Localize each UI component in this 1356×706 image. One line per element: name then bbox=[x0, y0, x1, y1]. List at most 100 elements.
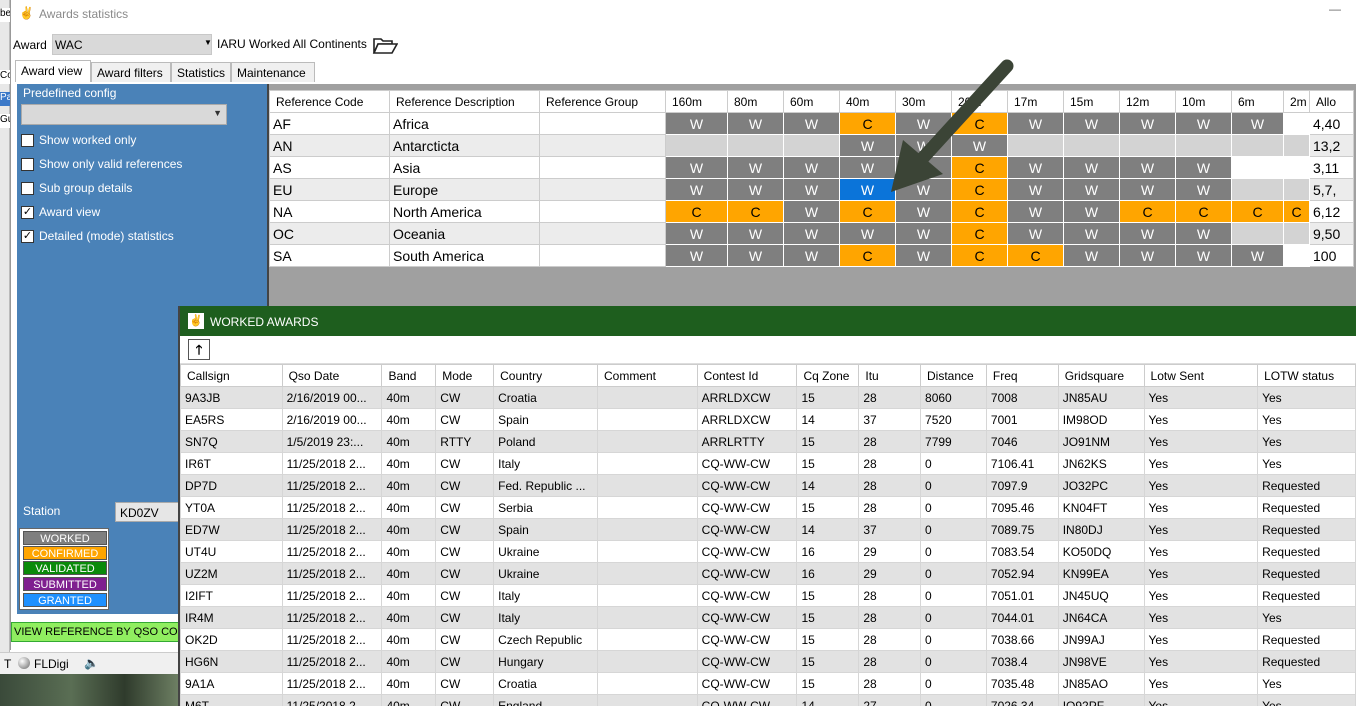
band-status-cell[interactable]: C bbox=[951, 244, 1008, 267]
band-status-cell[interactable]: C bbox=[1007, 244, 1064, 267]
band-status-cell[interactable]: W bbox=[1175, 222, 1232, 245]
band-status-cell[interactable]: W bbox=[665, 156, 728, 179]
band-status-cell[interactable]: W bbox=[1175, 156, 1232, 179]
band-status-cell[interactable] bbox=[1119, 134, 1176, 157]
column-header[interactable]: Contest Id bbox=[696, 364, 798, 387]
reference-row[interactable]: OC Oceania W W W W W C W W W W 9,50 bbox=[269, 222, 1354, 245]
band-status-cell[interactable]: W bbox=[783, 178, 840, 201]
band-status-cell[interactable]: W bbox=[783, 112, 840, 135]
band-status-cell[interactable]: W bbox=[1231, 112, 1284, 135]
column-header[interactable]: 10m bbox=[1175, 90, 1232, 113]
band-status-cell[interactable]: W bbox=[727, 222, 784, 245]
band-status-cell[interactable] bbox=[1231, 178, 1284, 201]
taskbar-item[interactable]: T bbox=[4, 657, 11, 671]
band-status-cell[interactable]: W bbox=[1175, 112, 1232, 135]
band-status-cell[interactable]: W bbox=[665, 112, 728, 135]
band-status-cell[interactable]: C bbox=[1283, 200, 1310, 223]
band-status-cell[interactable]: W bbox=[665, 222, 728, 245]
qso-row[interactable]: DP7D 11/25/2018 2... 40m CW Fed. Republic ..… bbox=[180, 474, 1356, 497]
band-status-cell[interactable]: C bbox=[727, 200, 784, 223]
folder-open-icon[interactable] bbox=[372, 34, 398, 56]
band-status-cell[interactable]: W bbox=[1063, 244, 1120, 267]
band-status-cell[interactable]: W bbox=[665, 244, 728, 267]
band-status-cell[interactable] bbox=[1063, 134, 1120, 157]
chevron-down-icon[interactable]: ▼ bbox=[204, 38, 212, 47]
column-header[interactable]: 12m bbox=[1119, 90, 1176, 113]
minimize-button[interactable]: — bbox=[1327, 2, 1343, 18]
checkbox[interactable] bbox=[21, 182, 34, 195]
column-header[interactable]: Gridsquare bbox=[1057, 364, 1145, 387]
column-header[interactable]: Qso Date bbox=[281, 364, 383, 387]
band-status-cell[interactable] bbox=[1283, 156, 1310, 179]
band-status-cell[interactable]: W bbox=[1119, 112, 1176, 135]
qso-row[interactable]: YT0A 11/25/2018 2... 40m CW Serbia CQ-WW-CW 15… bbox=[180, 496, 1356, 519]
qso-row[interactable]: IR6T 11/25/2018 2... 40m CW Italy CQ-WW-CW 15 2… bbox=[180, 452, 1356, 475]
band-status-cell[interactable]: W bbox=[1119, 156, 1176, 179]
checkbox[interactable] bbox=[21, 158, 34, 171]
column-header[interactable]: Reference Description bbox=[389, 90, 540, 113]
checkbox-checked[interactable]: ✓ bbox=[21, 230, 34, 243]
band-status-cell[interactable] bbox=[1283, 112, 1310, 135]
band-status-cell[interactable] bbox=[1283, 134, 1310, 157]
qso-row[interactable]: UT4U 11/25/2018 2... 40m CW Ukraine CQ-WW-CW 1… bbox=[180, 540, 1356, 563]
tab-award-view[interactable]: Award view bbox=[15, 60, 91, 82]
qso-row[interactable]: I2IFT 11/25/2018 2... 40m CW Italy CQ-WW-CW 15… bbox=[180, 584, 1356, 607]
qso-row[interactable]: SN7Q 1/5/2019 23:... 40m RTTY Poland ARRLRTTY… bbox=[180, 430, 1356, 453]
band-status-cell[interactable]: W bbox=[1231, 244, 1284, 267]
band-status-cell[interactable]: W bbox=[1119, 222, 1176, 245]
band-status-cell[interactable] bbox=[1283, 244, 1310, 267]
band-status-cell[interactable]: C bbox=[1175, 200, 1232, 223]
qso-row[interactable]: 9A1A 11/25/2018 2... 40m CW Croatia CQ-WW-CW 1… bbox=[180, 672, 1356, 695]
column-header[interactable]: Itu bbox=[858, 364, 922, 387]
qso-row[interactable]: EA5RS 2/16/2019 00... 40m CW Spain ARRLDXCW 14… bbox=[180, 408, 1356, 431]
column-header[interactable]: 15m bbox=[1063, 90, 1120, 113]
predefined-config-select[interactable]: ▼ bbox=[21, 104, 227, 125]
qso-row[interactable]: ED7W 11/25/2018 2... 40m CW Spain CQ-WW-CW 14 3… bbox=[180, 518, 1356, 541]
reference-row[interactable]: EU Europe W W W W W C W W W W 5,7, bbox=[269, 178, 1354, 201]
tab-award-filters[interactable]: Award filters bbox=[91, 62, 171, 82]
column-header[interactable]: 160m bbox=[665, 90, 728, 113]
band-status-cell[interactable]: W bbox=[1119, 178, 1176, 201]
view-reference-button[interactable]: VIEW REFERENCE BY QSO CONTEST bbox=[11, 622, 191, 642]
award-select[interactable]: WAC bbox=[52, 34, 212, 55]
band-status-cell[interactable]: W bbox=[895, 222, 952, 245]
qso-row[interactable]: OK2D 11/25/2018 2... 40m CW Czech Republic CQ… bbox=[180, 628, 1356, 651]
band-status-cell[interactable] bbox=[1283, 222, 1310, 245]
column-header[interactable]: 6m bbox=[1231, 90, 1284, 113]
band-status-cell[interactable]: W bbox=[783, 222, 840, 245]
column-header[interactable]: Allo bbox=[1309, 90, 1354, 113]
taskbar-item-fldigi[interactable]: FLDigi bbox=[34, 657, 69, 671]
speaker-icon[interactable]: 🔈 bbox=[84, 656, 99, 670]
band-status-cell[interactable] bbox=[783, 134, 840, 157]
column-header[interactable]: Country bbox=[493, 364, 598, 387]
band-status-cell[interactable] bbox=[1231, 222, 1284, 245]
qso-row[interactable]: M6T 11/25/2018 2... 40m CW England CQ-WW-CW 14… bbox=[180, 694, 1356, 706]
qso-row[interactable]: HG6N 11/25/2018 2... 40m CW Hungary CQ-WW-CW 1… bbox=[180, 650, 1356, 673]
column-header[interactable]: Reference Code bbox=[269, 90, 390, 113]
band-status-cell[interactable]: C bbox=[839, 244, 896, 267]
reference-row[interactable]: NA North America C C W C W C W W C C C C 6,12 bbox=[269, 200, 1354, 223]
band-status-cell[interactable]: W bbox=[1063, 112, 1120, 135]
band-status-cell[interactable]: W bbox=[1063, 200, 1120, 223]
band-status-cell[interactable]: W bbox=[1119, 244, 1176, 267]
band-status-cell[interactable]: W bbox=[727, 178, 784, 201]
qso-row[interactable]: 9A3JB 2/16/2019 00... 40m CW Croatia ARRLDXCW… bbox=[180, 386, 1356, 409]
band-status-cell[interactable] bbox=[1283, 178, 1310, 201]
column-header[interactable]: 60m bbox=[783, 90, 840, 113]
band-status-cell[interactable]: W bbox=[727, 244, 784, 267]
column-header[interactable]: Lotw Sent bbox=[1143, 364, 1259, 387]
column-header[interactable]: Mode bbox=[435, 364, 495, 387]
band-status-cell[interactable]: W bbox=[1175, 178, 1232, 201]
reference-row[interactable]: SA South America W W W C W C C W W W W 100 bbox=[269, 244, 1354, 267]
band-status-cell[interactable]: W bbox=[839, 222, 896, 245]
checkbox-checked[interactable]: ✓ bbox=[21, 206, 34, 219]
band-status-cell[interactable]: W bbox=[727, 112, 784, 135]
band-status-cell[interactable] bbox=[1231, 134, 1284, 157]
qso-row[interactable]: IR4M 11/25/2018 2... 40m CW Italy CQ-WW-CW 15 2… bbox=[180, 606, 1356, 629]
column-header[interactable]: LOTW status bbox=[1257, 364, 1356, 387]
band-status-cell[interactable] bbox=[727, 134, 784, 157]
band-status-cell[interactable]: C bbox=[665, 200, 728, 223]
band-status-cell[interactable]: W bbox=[1007, 222, 1064, 245]
band-status-cell[interactable] bbox=[1231, 156, 1284, 179]
band-status-cell[interactable]: W bbox=[895, 244, 952, 267]
